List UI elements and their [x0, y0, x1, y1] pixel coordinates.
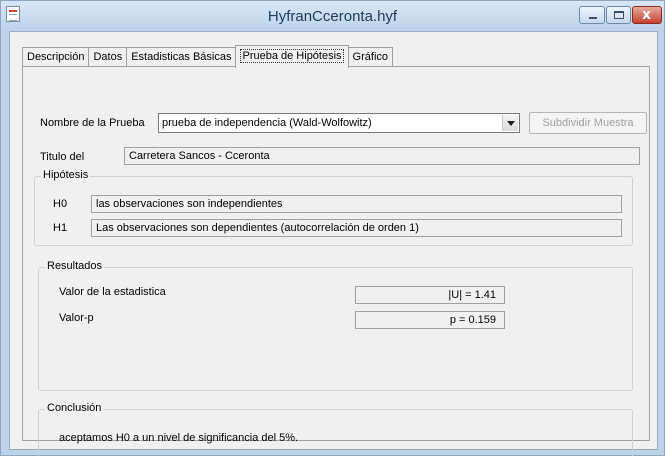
application-window: HyfranCceronta.hyf x Descripción Datos E… — [0, 0, 665, 456]
minimize-icon — [589, 17, 597, 19]
tab-strip: Descripción Datos Estadisticas Básicas P… — [22, 45, 394, 68]
tab-estadisticas-basicas[interactable]: Estadisticas Básicas — [126, 47, 237, 67]
tab-grafico[interactable]: Gráfico — [347, 47, 394, 67]
maximize-button[interactable] — [606, 6, 631, 24]
test-name-value: prueba de independencia (Wald-Wolfowitz) — [162, 117, 372, 129]
hypotheses-legend: Hipótesis — [41, 169, 91, 181]
title-field: Carretera Sancos - Cceronta — [124, 147, 640, 165]
statistic-value: |U| = 1.41 — [355, 286, 505, 304]
p-value-label: Valor-p — [59, 312, 94, 324]
test-name-label: Nombre de la Prueba — [40, 117, 145, 129]
hypothesis-test-panel: Nombre de la Prueba prueba de independen… — [22, 66, 650, 456]
conclusion-text: aceptamos H0 a un nivel de significancia… — [59, 432, 299, 444]
h1-field: Las observaciones son dependientes (auto… — [91, 219, 622, 237]
client-area: Descripción Datos Estadisticas Básicas P… — [9, 31, 658, 456]
close-icon: x — [642, 7, 652, 23]
test-name-select[interactable]: prueba de independencia (Wald-Wolfowitz) — [158, 113, 520, 133]
close-button[interactable]: x — [632, 6, 662, 24]
maximize-icon — [614, 11, 624, 19]
hypotheses-group: Hipótesis H0 las observaciones son indep… — [34, 169, 633, 246]
tab-prueba-de-hipotesis[interactable]: Prueba de Hipótesis — [235, 45, 349, 68]
window-title: HyfranCceronta.hyf — [267, 8, 398, 25]
minimize-button[interactable] — [579, 6, 605, 24]
tab-datos[interactable]: Datos — [88, 47, 128, 67]
h0-label: H0 — [53, 198, 68, 210]
h1-label: H1 — [53, 222, 68, 234]
h0-field: las observaciones son independientes — [91, 195, 622, 213]
results-group: Resultados Valor de la estadistica |U| =… — [38, 260, 633, 391]
title-bar[interactable]: HyfranCceronta.hyf x — [1, 1, 664, 31]
conclusion-legend: Conclusión — [45, 402, 104, 414]
tab-descripcion[interactable]: Descripción — [22, 47, 90, 67]
results-legend: Resultados — [45, 260, 105, 272]
p-value-field: p = 0.159 — [355, 311, 505, 329]
title-label: Titulo del — [40, 151, 85, 163]
conclusion-group: Conclusión aceptamos H0 a un nivel de si… — [38, 402, 633, 456]
chevron-down-icon[interactable] — [502, 115, 518, 131]
subdivide-sample-button[interactable]: Subdividir Muestra — [529, 112, 647, 134]
statistic-label: Valor de la estadistica — [59, 286, 166, 298]
